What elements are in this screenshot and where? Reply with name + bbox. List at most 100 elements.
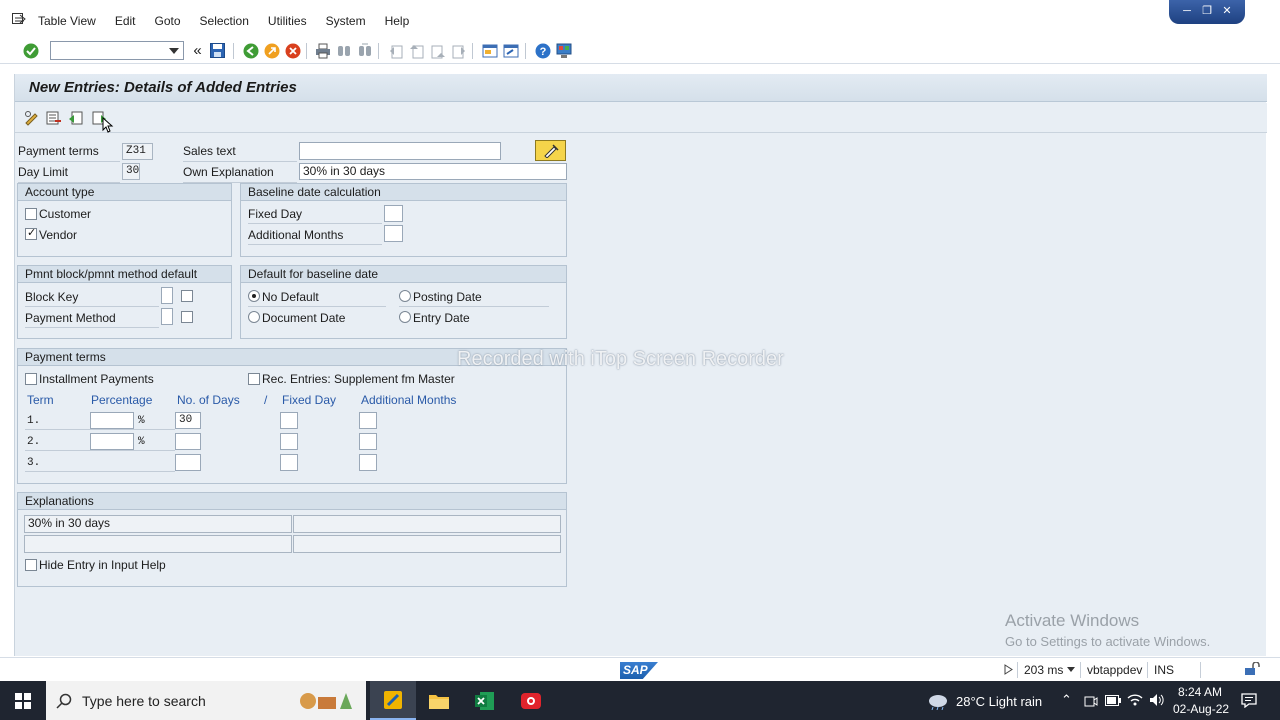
own-explanation-input[interactable]: 30% in 30 days [299, 163, 567, 180]
find-next-icon[interactable] [356, 42, 373, 59]
term-2-days-input[interactable] [175, 433, 201, 450]
document-date-radio[interactable] [248, 311, 260, 323]
term-3-days-input[interactable] [175, 454, 201, 471]
term-1-days-input[interactable]: 30 [175, 412, 201, 429]
posting-date-radio[interactable] [399, 290, 411, 302]
vendor-checkbox[interactable] [25, 226, 37, 240]
help-icon[interactable]: ? [534, 42, 551, 59]
excel-app[interactable] [462, 681, 508, 720]
menu-help[interactable]: Help [385, 14, 410, 28]
toolbar-separator [378, 43, 379, 59]
additional-months-label: Additional Months [248, 228, 344, 242]
weather-text[interactable]: 28°C Light rain [956, 694, 1042, 709]
find-icon[interactable] [335, 42, 352, 59]
sales-text-input[interactable] [299, 142, 501, 160]
no-default-radio[interactable] [248, 290, 260, 302]
term-1-percentage-input[interactable] [90, 412, 134, 429]
entry-date-radio[interactable] [399, 311, 411, 323]
save-icon[interactable] [209, 42, 226, 59]
file-explorer-app[interactable] [416, 681, 462, 720]
delete-entry-icon[interactable] [46, 110, 62, 126]
chevron-up-icon[interactable]: ⌃ [1061, 692, 1072, 708]
payment-terms-field[interactable]: Z31 [122, 143, 153, 160]
term-3-fixed-day-input[interactable] [280, 454, 298, 471]
hide-entry-checkbox[interactable] [25, 559, 37, 571]
menu-goto[interactable]: Goto [155, 14, 181, 28]
system-menu-icon[interactable] [12, 13, 26, 25]
customer-checkbox[interactable] [25, 208, 37, 220]
term-2-additional-months-input[interactable] [359, 433, 377, 450]
long-text-button[interactable] [535, 140, 566, 161]
fixed-day-input[interactable] [384, 205, 403, 222]
lock-icon[interactable] [1244, 662, 1260, 676]
toolbar-separator [233, 43, 234, 59]
create-session-icon[interactable] [481, 42, 498, 59]
status-separator [1080, 662, 1081, 678]
customize-layout-icon[interactable] [555, 42, 572, 59]
menu-table-view[interactable]: Table View [38, 14, 96, 28]
menu-utilities[interactable]: Utilities [268, 14, 307, 28]
chevron-down-icon[interactable] [169, 48, 179, 54]
first-page-icon[interactable] [387, 42, 404, 59]
maximize-icon[interactable]: ❐ [1199, 5, 1215, 19]
additional-months-input[interactable] [384, 225, 403, 242]
term-2-fixed-day-input[interactable] [280, 433, 298, 450]
volume-icon[interactable] [1149, 693, 1165, 707]
term-1-fixed-day-input[interactable] [280, 412, 298, 429]
shortcut-icon[interactable] [502, 42, 519, 59]
block-key-checkbox[interactable] [181, 290, 193, 302]
block-key-input[interactable] [161, 287, 173, 304]
start-button[interactable] [0, 681, 46, 720]
notifications-icon[interactable] [1241, 693, 1257, 708]
display-change-icon[interactable] [24, 110, 40, 126]
col-additional-months-header: Additional Months [361, 393, 457, 407]
enter-icon[interactable] [22, 42, 39, 59]
explanations-title: Explanations [18, 493, 566, 510]
term-2-percentage-input[interactable] [90, 433, 134, 450]
day-limit-field[interactable]: 30 [122, 163, 140, 180]
back-icon[interactable] [242, 42, 259, 59]
next-page-icon[interactable] [429, 42, 446, 59]
label-underline [399, 306, 549, 307]
network-icon[interactable] [1127, 693, 1143, 707]
search-placeholder: Type here to search [82, 693, 206, 709]
menu-selection[interactable]: Selection [200, 14, 249, 28]
payment-method-input[interactable] [161, 308, 173, 325]
col-no-days-header: No. of Days [177, 393, 240, 407]
command-field[interactable] [50, 41, 184, 60]
sap-logon-app[interactable] [370, 681, 416, 720]
previous-entry-icon[interactable] [68, 110, 84, 126]
menu-edit[interactable]: Edit [115, 14, 136, 28]
server-name: vbtappdev [1087, 663, 1143, 677]
term-1-label: 1. [27, 415, 41, 427]
previous-page-icon[interactable] [408, 42, 425, 59]
row-underline [25, 429, 175, 430]
status-expand-icon[interactable] [1004, 664, 1013, 675]
close-icon[interactable]: ✕ [1219, 5, 1235, 19]
meet-now-icon[interactable] [1084, 694, 1098, 708]
last-page-icon[interactable] [450, 42, 467, 59]
entry-date-label: Entry Date [413, 311, 470, 325]
cancel-icon[interactable] [284, 42, 301, 59]
windows-logo-icon [15, 692, 31, 709]
clock-date[interactable]: 02-Aug-22 [1173, 702, 1229, 716]
battery-icon[interactable] [1105, 695, 1121, 706]
chevron-down-icon[interactable] [1067, 667, 1075, 672]
taskbar-search-box[interactable]: Type here to search [46, 681, 366, 720]
print-icon[interactable] [314, 42, 331, 59]
posting-date-label: Posting Date [413, 290, 482, 304]
term-1-additional-months-input[interactable] [359, 412, 377, 429]
payment-method-checkbox[interactable] [181, 311, 193, 323]
payment-terms-label: Payment terms [18, 144, 99, 158]
minimize-icon[interactable]: ─ [1179, 5, 1195, 19]
menu-items: Table View Edit Goto Selection Utilities… [38, 14, 428, 28]
clock-time[interactable]: 8:24 AM [1178, 685, 1222, 699]
installment-payments-checkbox[interactable] [25, 373, 37, 385]
term-3-additional-months-input[interactable] [359, 454, 377, 471]
weather-cloud-icon[interactable] [927, 692, 949, 710]
exit-icon[interactable] [263, 42, 280, 59]
rec-entries-checkbox[interactable] [248, 373, 260, 385]
screen-recorder-app[interactable] [508, 681, 554, 720]
menu-system[interactable]: System [326, 14, 366, 28]
collapse-command-icon[interactable]: « [189, 42, 206, 59]
